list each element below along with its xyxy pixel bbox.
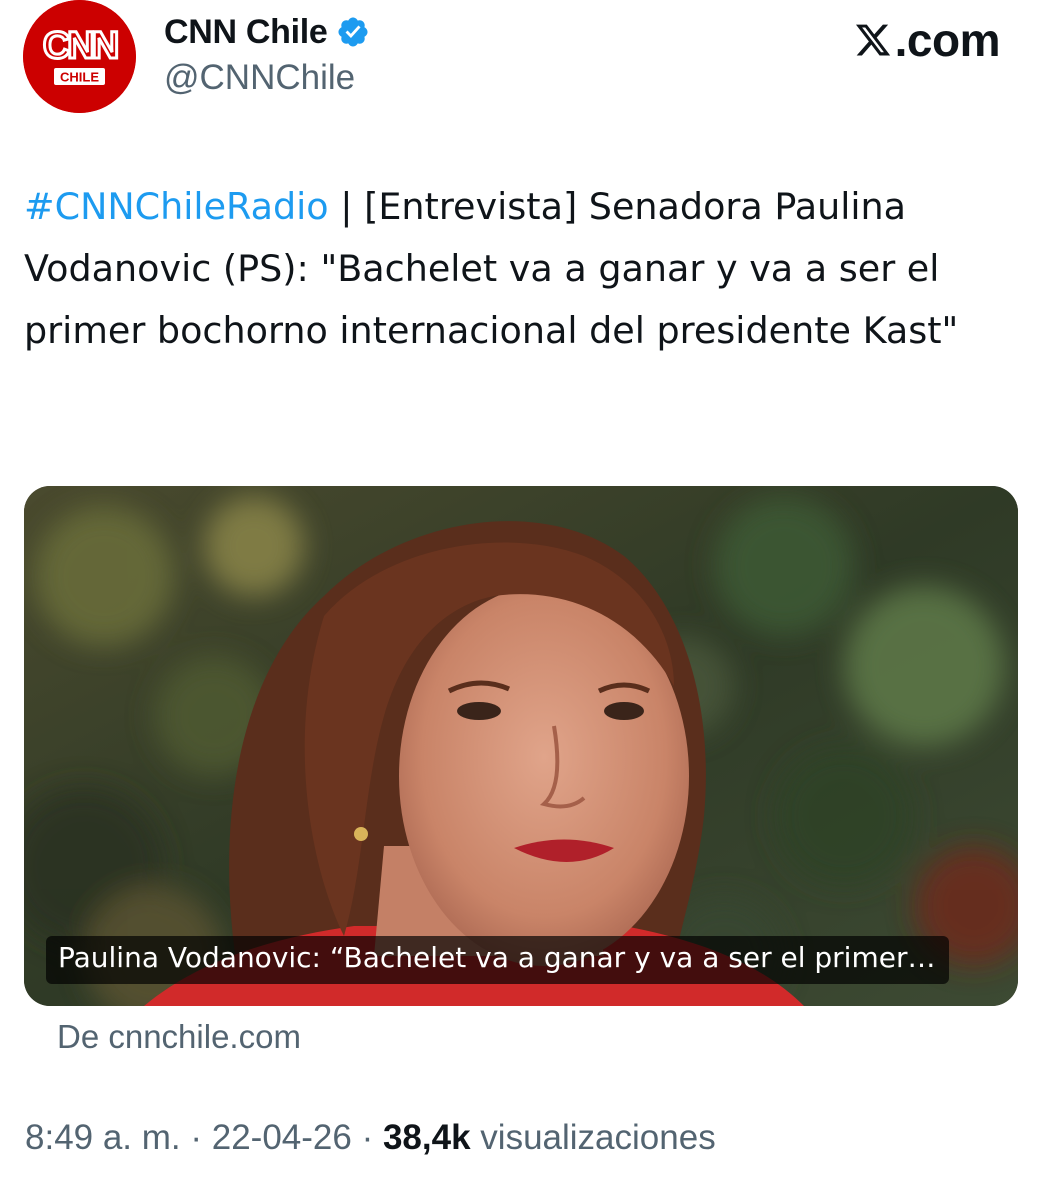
cnn-chile-logo-icon: CNN CHILE xyxy=(23,0,136,113)
tweet-meta: 8:49 a. m. · 22-04-26 · 38,4k visualizac… xyxy=(25,1118,716,1158)
avatar[interactable]: CNN CHILE xyxy=(23,0,136,113)
x-logo-icon xyxy=(855,24,890,56)
views-label: visualizaciones xyxy=(480,1118,716,1157)
meta-separator: · xyxy=(351,1118,383,1157)
link-card[interactable]: Paulina Vodanovic: “Bachelet va a ganar … xyxy=(24,486,1018,1006)
author-display-name[interactable]: CNN Chile xyxy=(164,13,328,52)
views-count: 38,4k xyxy=(382,1118,471,1157)
svg-text:CHILE: CHILE xyxy=(60,70,99,85)
tweet-date[interactable]: 22-04-26 xyxy=(212,1118,352,1157)
hashtag-link[interactable]: #CNNChileRadio xyxy=(24,185,329,228)
card-source-link[interactable]: De cnnchile.com xyxy=(57,1018,301,1056)
author-handle[interactable]: @CNNChile xyxy=(164,58,355,98)
author-name-row: CNN Chile xyxy=(164,10,370,54)
meta-separator: · xyxy=(180,1118,212,1157)
tweet-text: #CNNChileRadio | [Entrevista] Senadora P… xyxy=(24,176,1024,362)
x-brand: .com xyxy=(853,14,1001,66)
svg-text:CNN: CNN xyxy=(43,25,117,67)
verified-badge-icon xyxy=(338,17,368,47)
card-caption: Paulina Vodanovic: “Bachelet va a ganar … xyxy=(46,936,950,984)
article-photo xyxy=(24,486,1018,1006)
x-brand-label: .com xyxy=(894,14,1001,66)
tweet-time[interactable]: 8:49 a. m. xyxy=(25,1118,181,1157)
